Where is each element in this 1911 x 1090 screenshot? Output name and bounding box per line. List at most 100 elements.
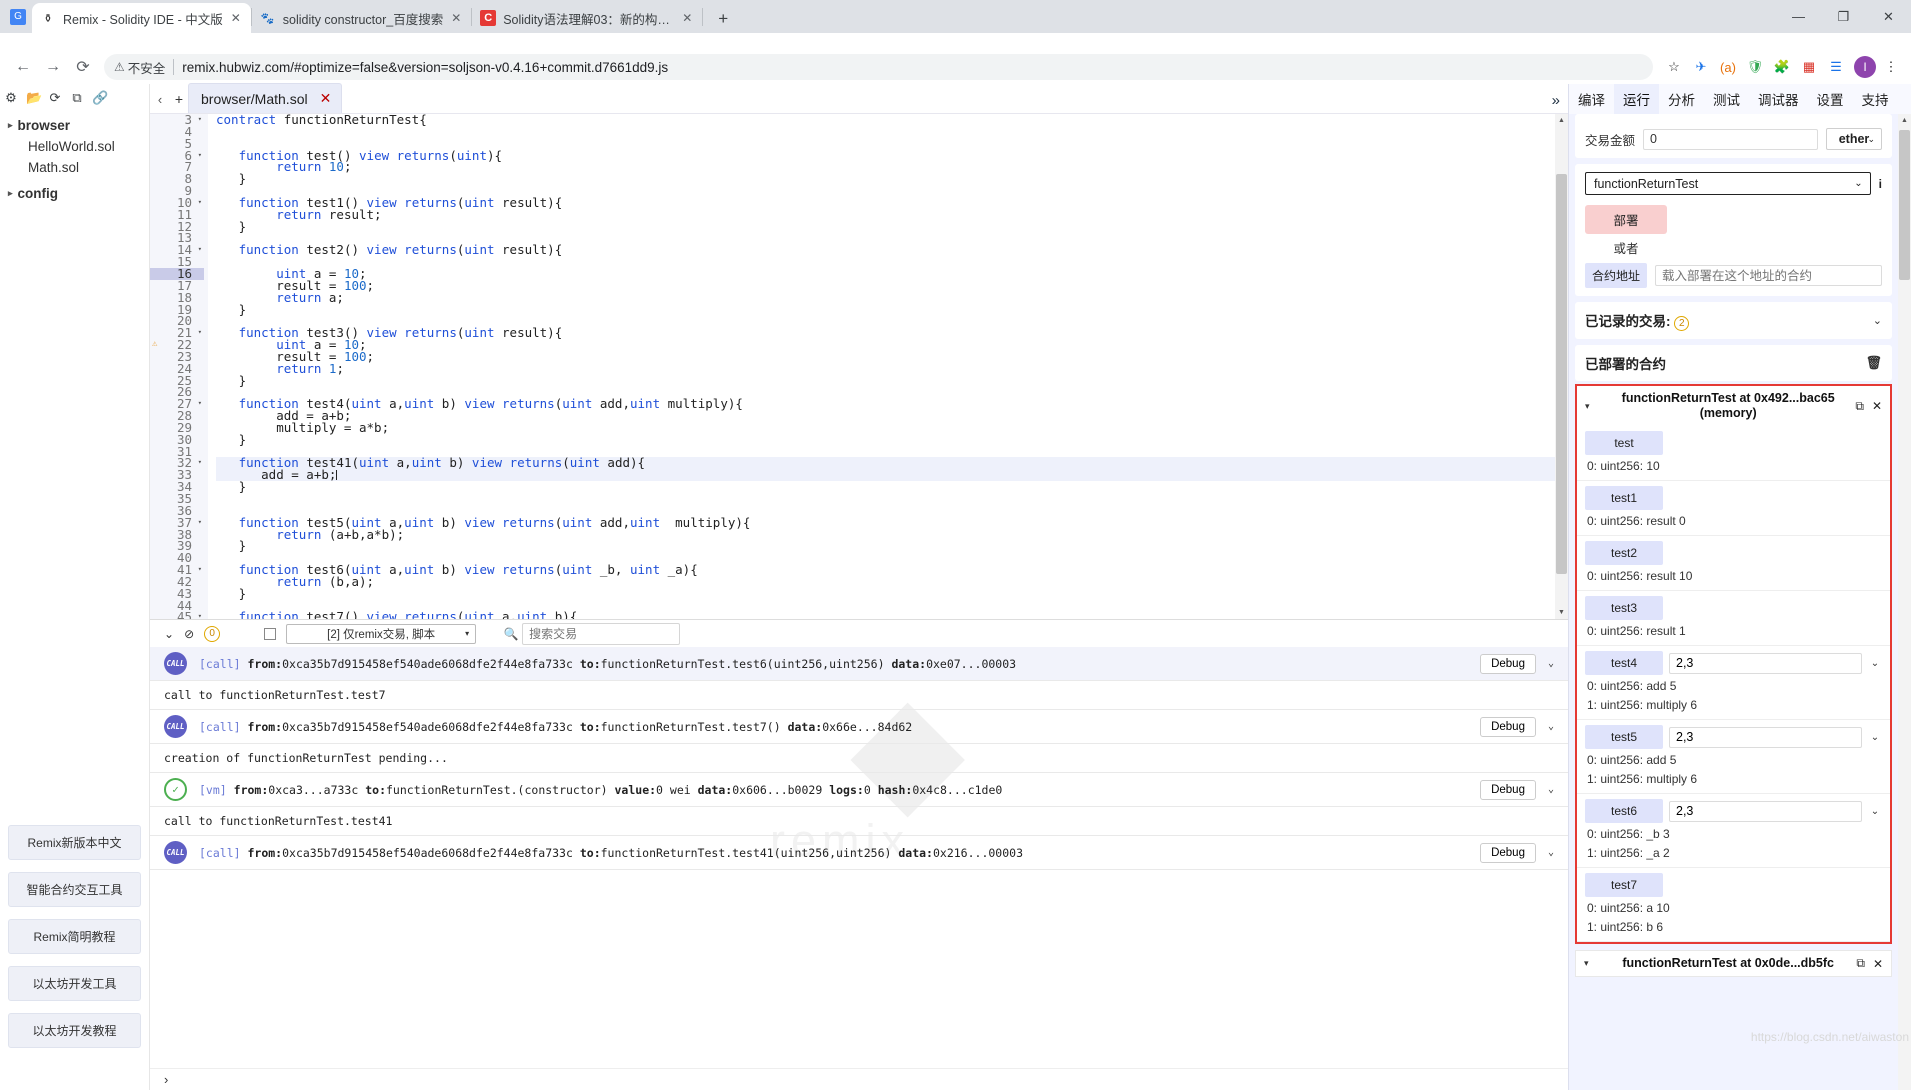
- copy-icon[interactable]: ⧉: [70, 90, 84, 106]
- function-button-test[interactable]: test: [1585, 431, 1663, 455]
- log-row-call-test7[interactable]: CALL [call] from:0xca35b7d915458ef540ade…: [150, 710, 1568, 744]
- fold-icon[interactable]: ▾: [198, 114, 202, 126]
- code-line[interactable]: function test2() view returns(uint resul…: [216, 244, 1568, 257]
- copy-icon[interactable]: ⧉: [1855, 399, 1864, 414]
- minimize-button[interactable]: —: [1776, 0, 1821, 33]
- copy-icon[interactable]: ⧉: [1856, 956, 1865, 971]
- code-line[interactable]: function test() view returns(uint){: [216, 149, 1568, 162]
- grid-icon[interactable]: ▦: [1797, 55, 1821, 79]
- code-line[interactable]: multiply = a*b;: [216, 421, 1568, 434]
- side-link-0[interactable]: Remix新版本中文: [8, 825, 141, 860]
- code-line[interactable]: add = a+b;: [216, 469, 1568, 482]
- chevron-down-icon[interactable]: ⌄: [1548, 847, 1554, 858]
- right-tab-6[interactable]: 支持: [1853, 84, 1898, 115]
- listen-checkbox[interactable]: [264, 627, 277, 640]
- code-line[interactable]: }: [216, 173, 1568, 185]
- code-line[interactable]: result = 100;: [216, 279, 1568, 292]
- tree-file-math[interactable]: Math.sol: [8, 157, 141, 178]
- at-address-input[interactable]: [1655, 265, 1882, 286]
- chevron-down-icon[interactable]: ⌄: [1548, 721, 1554, 732]
- fold-icon[interactable]: ▾: [198, 197, 202, 209]
- debug-button[interactable]: Debug: [1480, 842, 1536, 863]
- close-icon[interactable]: ✕: [1873, 957, 1883, 971]
- folder-icon[interactable]: 📂: [26, 90, 42, 106]
- code-line[interactable]: return result;: [216, 208, 1568, 221]
- code-line[interactable]: }: [216, 540, 1568, 552]
- code-line[interactable]: [216, 256, 1568, 268]
- recorded-transactions-card[interactable]: 已记录的交易: 2 ⌄: [1575, 302, 1892, 339]
- tree-file-helloworld[interactable]: HelloWorld.sol: [8, 136, 141, 157]
- translate-badge-icon[interactable]: (a): [1716, 55, 1740, 79]
- function-input-test4[interactable]: [1669, 652, 1862, 674]
- chevron-down-icon[interactable]: ⌄: [1868, 806, 1882, 817]
- close-icon[interactable]: ✕: [320, 90, 332, 107]
- function-button-test2[interactable]: test2: [1585, 541, 1663, 565]
- scroll-up-icon[interactable]: ▲: [1555, 114, 1568, 127]
- scrollbar-thumb[interactable]: [1556, 174, 1567, 574]
- search-input[interactable]: [522, 622, 681, 645]
- trash-icon[interactable]: 🗑: [1865, 355, 1882, 371]
- recorded-header[interactable]: 已记录的交易: 2 ⌄: [1585, 310, 1882, 331]
- tree-folder-config[interactable]: ▸ config: [8, 186, 141, 201]
- code-line[interactable]: function test5(uint a,uint b) view retur…: [216, 516, 1568, 529]
- back-icon[interactable]: ←: [8, 52, 38, 82]
- instance-header[interactable]: ▾ functionReturnTest at 0x0de...db5fc ⧉ …: [1575, 950, 1892, 977]
- code-line[interactable]: }: [216, 433, 1568, 446]
- side-link-3[interactable]: 以太坊开发工具: [8, 966, 141, 1001]
- function-button-test5[interactable]: test5: [1585, 725, 1663, 749]
- fold-icon[interactable]: ▾: [198, 564, 202, 576]
- code-line[interactable]: function test7() view returns(uint a,uin…: [216, 611, 1568, 619]
- clear-terminal-icon[interactable]: ⊘: [184, 627, 194, 641]
- scrollbar-thumb[interactable]: [1899, 130, 1910, 280]
- right-tab-3[interactable]: 测试: [1704, 84, 1749, 115]
- function-input-test6[interactable]: [1669, 800, 1862, 822]
- scroll-up-icon[interactable]: ▲: [1898, 114, 1911, 127]
- link-icon[interactable]: 🔗: [92, 90, 108, 106]
- code-line[interactable]: }: [216, 480, 1568, 493]
- collapse-panel-icon[interactable]: ‹: [150, 92, 170, 113]
- code-line[interactable]: }: [216, 303, 1568, 316]
- code-line[interactable]: uint a = 10;: [216, 338, 1568, 351]
- menu-icon[interactable]: ⋮: [1879, 55, 1903, 79]
- terminal-filter-select[interactable]: [2] 仅remix交易, 脚本 ▾: [286, 623, 477, 644]
- browser-tab-1[interactable]: ⚱ Remix - Solidity IDE - 中文版 ✕: [32, 3, 251, 33]
- code-line[interactable]: result = 100;: [216, 350, 1568, 363]
- security-indicator[interactable]: ⚠ 不安全: [114, 58, 165, 77]
- vpn-badge-icon[interactable]: ✈: [1689, 55, 1713, 79]
- gear-icon[interactable]: ⚙: [4, 90, 18, 106]
- code-editor[interactable]: 3 ▾ 4 5 6 ▾ 7 8 9 10 ▾ 11 12 13 14 ▾ 15 16 17 18 19 20 21 ▾ ⚠ 22 2…: [150, 114, 1568, 619]
- code-line[interactable]: }: [216, 374, 1568, 387]
- close-icon[interactable]: ✕: [680, 11, 694, 25]
- fold-icon[interactable]: ▾: [198, 398, 202, 410]
- warning-icon[interactable]: ⚠: [152, 339, 157, 351]
- instance-header[interactable]: ▾ functionReturnTest at 0x492...bac65 (m…: [1577, 386, 1890, 426]
- forward-icon[interactable]: →: [38, 52, 68, 82]
- fold-icon[interactable]: ▾: [198, 517, 202, 529]
- shield-icon[interactable]: 🛡: [1743, 55, 1767, 79]
- side-link-1[interactable]: 智能合约交互工具: [8, 872, 141, 907]
- code-line[interactable]: function test4(uint a,uint b) view retur…: [216, 398, 1568, 411]
- code-line[interactable]: return a;: [216, 291, 1568, 304]
- fold-icon[interactable]: ▾: [198, 457, 202, 469]
- code-lines[interactable]: contract functionReturnTest{ function te…: [208, 114, 1568, 619]
- code-line[interactable]: [216, 493, 1568, 505]
- terminal-prompt[interactable]: ›: [150, 1068, 1568, 1090]
- close-icon[interactable]: ✕: [449, 11, 463, 25]
- chevron-down-icon[interactable]: ▾: [1584, 958, 1600, 969]
- code-area[interactable]: 3 ▾ 4 5 6 ▾ 7 8 9 10 ▾ 11 12 13 14 ▾ 15 16 17 18 19 20 21 ▾ ⚠ 22 2…: [150, 114, 1568, 619]
- close-icon[interactable]: ✕: [229, 11, 243, 25]
- tree-folder-browser[interactable]: ▸ browser: [8, 118, 141, 133]
- debug-button[interactable]: Debug: [1480, 653, 1536, 674]
- terminal-log-list[interactable]: ◆ remix CALL [call] from:0xca35b7d915458…: [150, 647, 1568, 1068]
- run-panel-scrollbar[interactable]: ▲: [1898, 114, 1911, 1090]
- editor-scrollbar[interactable]: ▲ ▼: [1555, 114, 1568, 619]
- function-button-test6[interactable]: test6: [1585, 799, 1663, 823]
- side-link-4[interactable]: 以太坊开发教程: [8, 1013, 141, 1048]
- debug-button[interactable]: Debug: [1480, 716, 1536, 737]
- close-icon[interactable]: ✕: [1872, 399, 1882, 413]
- function-input-test5[interactable]: [1669, 726, 1862, 748]
- code-line[interactable]: function test3() view returns(uint resul…: [216, 326, 1568, 339]
- function-button-test7[interactable]: test7: [1585, 873, 1663, 897]
- avatar[interactable]: I: [1854, 56, 1876, 78]
- right-tab-5[interactable]: 设置: [1808, 84, 1853, 115]
